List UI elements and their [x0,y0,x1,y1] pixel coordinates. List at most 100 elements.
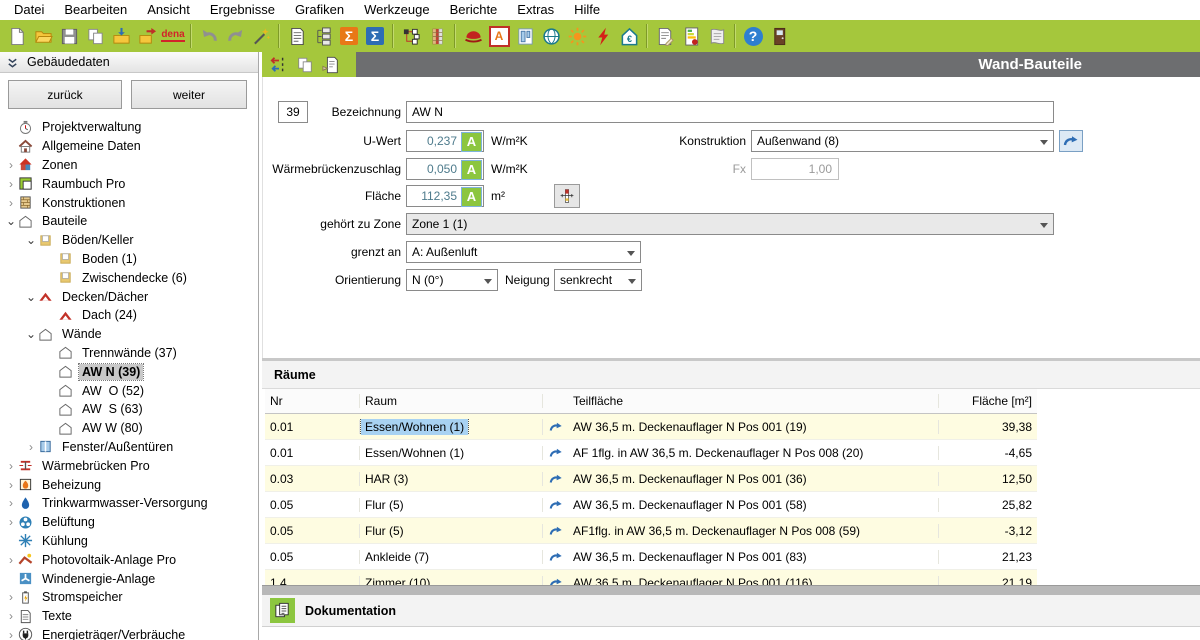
expander-closed-icon[interactable]: › [4,515,18,529]
cell-nr[interactable]: 0.05 [265,550,360,564]
cell-flaeche[interactable]: 39,38 [939,420,1037,434]
tree-item-dach-24[interactable]: Dach (24) [0,306,257,325]
cell-raum[interactable]: Flur (5) [360,524,543,538]
document-icon[interactable] [285,24,309,48]
export-folder-icon[interactable] [135,24,159,48]
menu-item-hilfe[interactable]: Hilfe [564,0,610,20]
table-row[interactable]: 0.05Flur (5)AW 36,5 m. Deckenauflager N … [265,492,1037,518]
tree-item-allgemeine-daten[interactable]: Allgemeine Daten [0,137,257,156]
tree-item-boden-1[interactable]: Boden (1) [0,250,257,269]
table-row[interactable]: 0.05Flur (5) AF1flg. in AW 36,5 m. Decken… [265,518,1037,544]
tree-item-b-den-keller[interactable]: ⌄Böden/Keller [0,231,257,250]
tree-item-zwischendecke-6[interactable]: Zwischendecke (6) [0,268,257,287]
menu-item-datei[interactable]: Datei [4,0,54,20]
goto-teilflaeche-arrow-icon[interactable] [543,446,568,460]
lightning-icon[interactable] [591,24,615,48]
cell-teilflaeche[interactable]: AW 36,5 m. Deckenauflager N Pos 001 (58) [568,498,939,512]
grenzt-an-dropdown[interactable]: A: Außenluft [406,241,641,263]
tree-item-projektverwaltung[interactable]: Projektverwaltung [0,118,257,137]
menu-item-extras[interactable]: Extras [507,0,564,20]
tree-item-aw-s-63[interactable]: AW S (63) [0,400,257,419]
tree-item-w-nde[interactable]: ⌄Wände [0,325,257,344]
new-file-icon[interactable] [5,24,29,48]
letter-a-icon[interactable]: A [487,24,511,48]
sum-orange-icon[interactable]: Σ [337,24,361,48]
neigung-dropdown[interactable]: senkrecht [554,269,642,291]
copy-icon[interactable] [292,54,318,76]
zone-dropdown[interactable]: Zone 1 (1) [406,213,1054,235]
table-row[interactable]: 0.05Ankleide (7)AW 36,5 m. Deckenauflage… [265,544,1037,570]
tree-item-konstruktionen[interactable]: ›Konstruktionen [0,193,257,212]
wall-layers-icon[interactable] [425,24,449,48]
auto-badge-button[interactable]: A [461,132,482,152]
tree-item-raumbuch-pro[interactable]: ›Raumbuch Pro [0,174,257,193]
tree-item-photovoltaik-anlage-pro[interactable]: ›Photovoltaik-Anlage Pro [0,550,257,569]
sync-arrows-icon[interactable] [266,54,292,76]
menu-item-bearbeiten[interactable]: Bearbeiten [54,0,137,20]
expander-open-icon[interactable]: ⌄ [24,233,38,247]
cell-nr[interactable]: 0.05 [265,524,360,538]
cell-flaeche[interactable]: 21,23 [939,550,1037,564]
report-icon[interactable] [653,24,677,48]
tree-item-w-rmebr-cken-pro[interactable]: ›Wärmebrücken Pro [0,456,257,475]
expander-open-icon[interactable]: ⌄ [24,290,38,304]
goto-konstruktion-button[interactable] [1059,130,1083,152]
orientierung-dropdown[interactable]: N (0°) [406,269,498,291]
undo-icon[interactable] [197,24,221,48]
tree-item-windenergie-anlage[interactable]: Windenergie-Anlage [0,569,257,588]
table-row[interactable]: 0.01Essen/Wohnen (1)AF 1flg. in AW 36,5 … [265,440,1037,466]
tree-item-bel-ftung[interactable]: ›Belüftung [0,513,257,532]
cell-flaeche[interactable]: -4,65 [939,446,1037,460]
expander-closed-icon[interactable]: › [4,628,18,640]
expander-open-icon[interactable]: ⌄ [4,214,18,228]
cell-teilflaeche[interactable]: AW 36,5 m. Deckenauflager N Pos 001 (36) [568,472,939,486]
dena-logo[interactable]: dena [161,24,185,48]
expander-closed-icon[interactable]: › [4,158,18,172]
collapse-chevrons-icon[interactable] [6,56,19,69]
cell-teilflaeche[interactable]: AF1flg. in AW 36,5 m. Deckenauflager N P… [568,524,939,538]
flaeche-input[interactable]: 112,35A [406,185,484,207]
red-cap-icon[interactable] [461,24,485,48]
open-folder-icon[interactable] [31,24,55,48]
expander-closed-icon[interactable]: › [4,478,18,492]
door-icon[interactable] [767,24,791,48]
tree-item-stromspeicher[interactable]: ›Stromspeicher [0,588,257,607]
tree-item-bauteile[interactable]: ⌄Bauteile [0,212,257,231]
magic-wand-icon[interactable] [249,24,273,48]
documentation-bar[interactable]: Dokumentation [262,595,1200,627]
menu-item-berichte[interactable]: Berichte [440,0,508,20]
cell-raum[interactable]: Flur (5) [360,498,543,512]
waermebrueckenzuschlag-input[interactable]: 0,050A [406,158,484,180]
cell-flaeche[interactable]: -3,12 [939,524,1037,538]
goto-teilflaeche-arrow-icon[interactable] [543,420,568,434]
auto-badge-button[interactable]: A [461,160,482,180]
cell-nr[interactable]: 0.01 [265,446,360,460]
next-button[interactable]: weiter [131,80,247,109]
import-folder-icon[interactable] [109,24,133,48]
expander-closed-icon[interactable]: › [4,609,18,623]
cell-flaeche[interactable]: 25,82 [939,498,1037,512]
cell-teilflaeche[interactable]: AW 36,5 m. Deckenauflager N Pos 001 (19) [568,420,939,434]
goto-teilflaeche-arrow-icon[interactable] [543,524,568,538]
table-row[interactable]: 0.03HAR (3)AW 36,5 m. Deckenauflager N P… [265,466,1037,492]
save-icon[interactable] [57,24,81,48]
expander-closed-icon[interactable]: › [4,590,18,604]
cell-teilflaeche[interactable]: AF 1flg. in AW 36,5 m. Deckenauflager N … [568,446,939,460]
sidebar-header[interactable]: Gebäudedaten [0,52,258,73]
tree-item-energietr-ger-verbr-uche[interactable]: ›Energieträger/Verbräuche [0,626,257,640]
auto-badge-button[interactable]: A [461,187,482,207]
expander-closed-icon[interactable]: › [4,459,18,473]
house-euro-icon[interactable]: € [617,24,641,48]
tree-item-k-hlung[interactable]: Kühlung [0,532,257,551]
tree-item-aw-w-80[interactable]: AW W (80) [0,419,257,438]
copy-icon[interactable] [83,24,107,48]
energy-label-icon[interactable] [679,24,703,48]
goto-teilflaeche-arrow-icon[interactable] [543,550,568,564]
area-detail-button[interactable] [554,184,580,208]
tree-item-trinkwarmwasser-versorgung[interactable]: ›Trinkwarmwasser-Versorgung [0,494,257,513]
tree-item-aw-n-39[interactable]: AW N (39) [0,362,257,381]
redo-icon[interactable] [223,24,247,48]
tree-item-zonen[interactable]: ›Zonen [0,156,257,175]
cell-raum[interactable]: HAR (3) [360,472,543,486]
window-icon[interactable] [513,24,537,48]
